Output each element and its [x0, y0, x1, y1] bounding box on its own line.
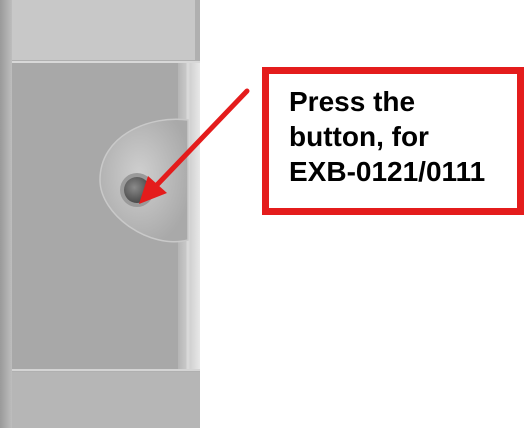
callout-line-3: EXB-0121/0111	[289, 156, 486, 187]
callout-line-2: button, for	[289, 121, 429, 152]
figure: Press the button, for EXB-0121/0111	[0, 0, 530, 428]
button-icon[interactable]	[120, 173, 154, 207]
device-photo	[0, 0, 210, 428]
callout-line-1: Press the	[289, 86, 416, 117]
callout-box: Press the button, for EXB-0121/0111	[262, 67, 524, 215]
